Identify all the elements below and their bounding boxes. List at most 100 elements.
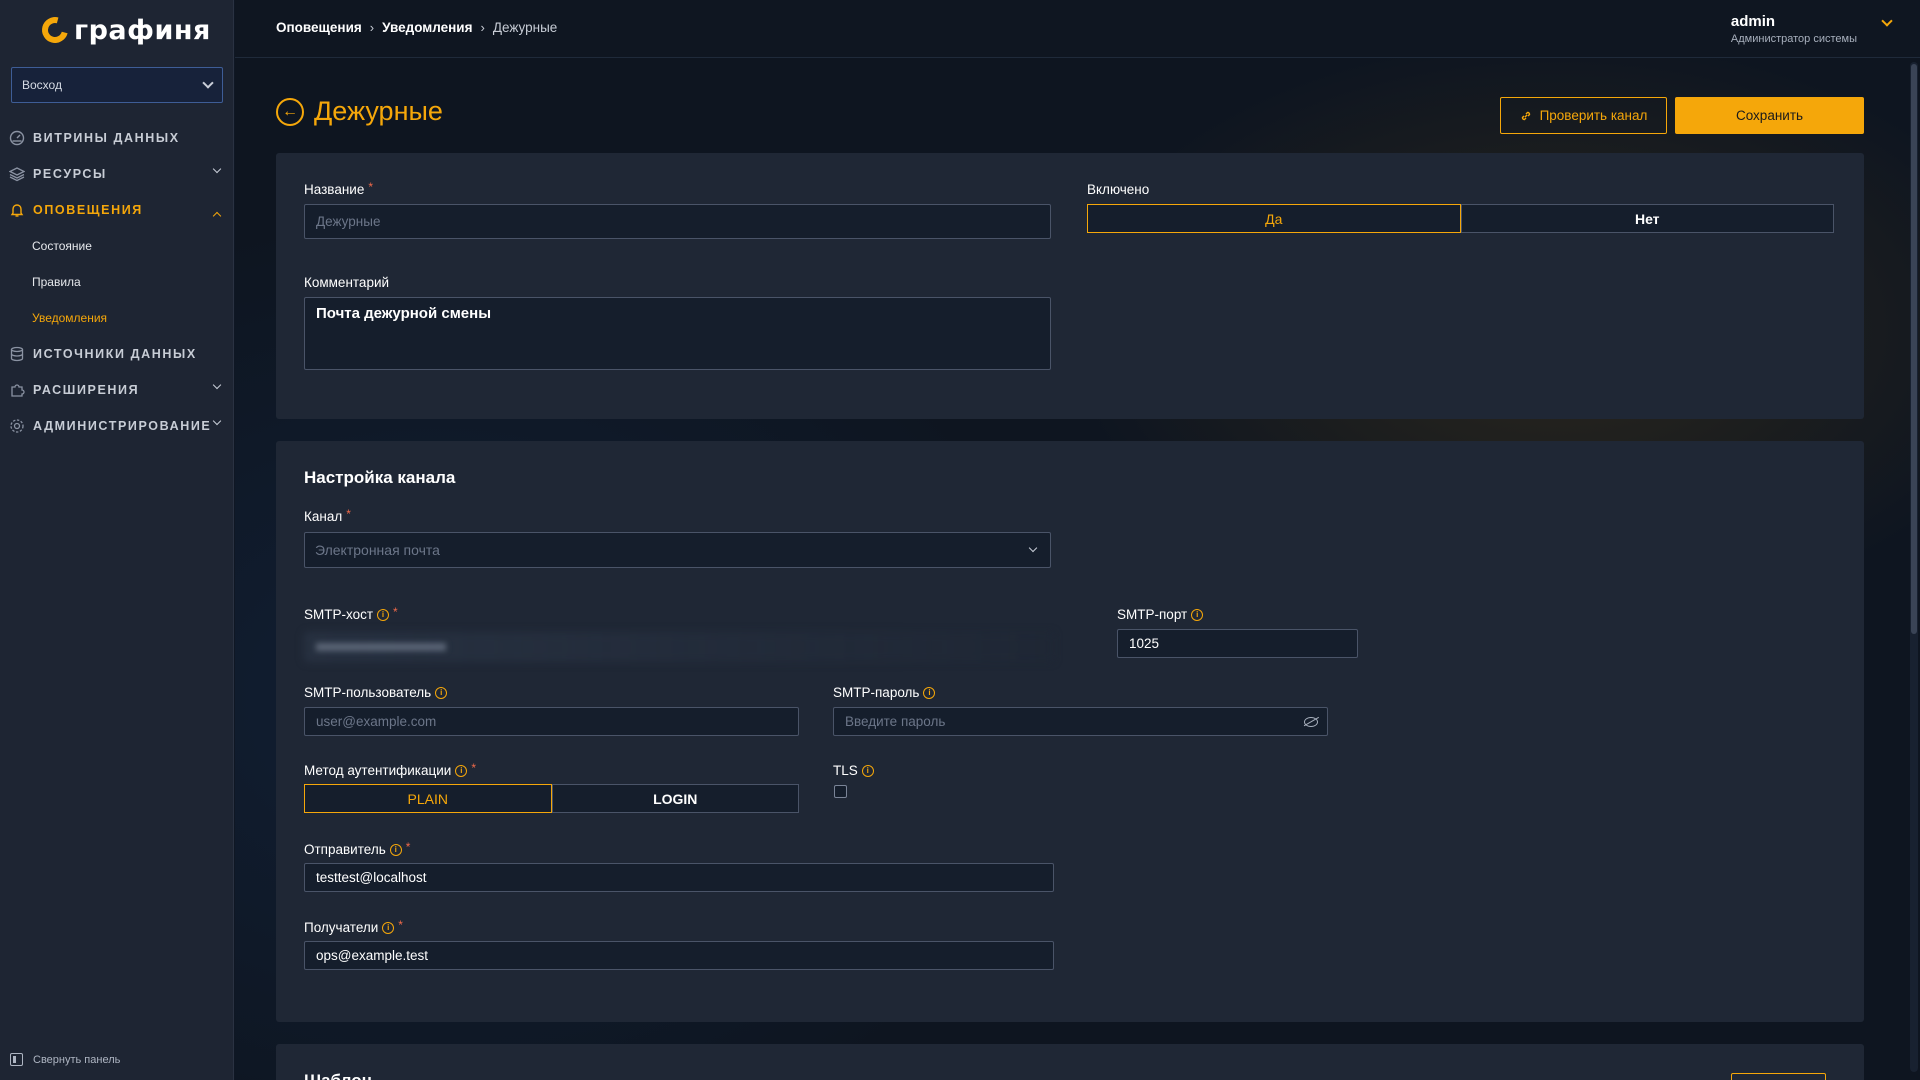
comment-textarea[interactable]: Почта дежурной смены [304, 297, 1051, 370]
recipients-field-label: Получатели i * [304, 917, 403, 936]
smtp-host-field-label: SMTP-хост i * [304, 604, 398, 623]
collapse-panel-button[interactable]: Свернуть панель [10, 1053, 120, 1066]
info-icon[interactable]: i [377, 608, 390, 621]
sidebar-item-datasources[interactable]: ИСТОЧНИКИ ДАННЫХ [0, 336, 234, 372]
page-header: ← Дежурные [276, 96, 443, 127]
recipients-input[interactable] [304, 941, 1054, 970]
org-select[interactable]: Восход [11, 67, 223, 103]
sidebar-item-resources[interactable]: РЕСУРСЫ [0, 156, 234, 192]
channel-select-value: Электронная почта [315, 542, 440, 558]
eye-off-icon[interactable] [1304, 717, 1318, 727]
database-icon [8, 345, 26, 363]
sidebar-item-dashboards[interactable]: ВИТРИНЫ ДАННЫХ [0, 120, 234, 156]
name-label-text: Название [304, 182, 365, 197]
sidebar-subitem-rules[interactable]: Правила [0, 264, 234, 300]
info-icon[interactable]: i [435, 686, 448, 699]
sidebar-nav: ВИТРИНЫ ДАННЫХ РЕСУРСЫ ОПОВЕЩЕНИЯ Состоя… [0, 120, 234, 444]
name-input[interactable] [304, 204, 1051, 239]
chevron-down-icon [212, 164, 222, 174]
check-channel-label: Проверить канал [1539, 108, 1648, 123]
sender-input[interactable] [304, 863, 1054, 892]
gear-icon [8, 417, 26, 435]
smtp-password-field-label: SMTP-пароль i [833, 685, 936, 700]
smtp-user-input[interactable] [304, 707, 799, 736]
app-logo[interactable]: графиня [37, 12, 211, 48]
required-marker: * [393, 604, 398, 619]
smtp-password-wrapper [833, 707, 1328, 736]
sidebar-subitem-notifications[interactable]: Уведомления [0, 300, 234, 336]
smtp-host-label-text: SMTP-хост [304, 607, 374, 622]
chevron-right-icon: › [480, 20, 485, 35]
info-icon[interactable]: i [455, 764, 468, 777]
sidebar-item-plugins[interactable]: РАСШИРЕНИЯ [0, 372, 234, 408]
sidebar-item-label: ОПОВЕЩЕНИЯ [33, 203, 143, 217]
template-card: Шаблон [276, 1044, 1864, 1080]
check-channel-button[interactable]: Проверить канал [1500, 97, 1667, 134]
sidebar-subitem-state[interactable]: Состояние [0, 228, 234, 264]
sidebar: графиня Восход ВИТРИНЫ ДАННЫХ РЕСУРСЫ ОП… [0, 0, 234, 1080]
required-marker: * [398, 917, 403, 932]
chevron-down-icon [202, 77, 214, 89]
scrollbar-thumb[interactable] [1911, 64, 1917, 634]
main-content: Оповещения › Уведомления › Дежурные admi… [235, 0, 1920, 1080]
chevron-down-icon [212, 380, 222, 390]
sidebar-item-label: РЕСУРСЫ [33, 167, 107, 181]
recipients-label-text: Получатели [304, 920, 379, 935]
comment-label: Комментарий [304, 275, 390, 290]
bell-icon [8, 201, 26, 219]
puzzle-icon [8, 381, 26, 399]
info-icon[interactable]: i [861, 764, 874, 777]
channel-settings-card: Настройка канала Канал * Электронная поч… [276, 441, 1864, 1022]
logo-icon [37, 12, 73, 48]
layers-icon [8, 165, 26, 183]
breadcrumb-item[interactable]: Оповещения [276, 20, 362, 35]
auth-method-field-label: Метод аутентификации i * [304, 760, 476, 779]
channel-label-text: Канал [304, 509, 343, 524]
enabled-label: Включено [1087, 182, 1150, 197]
breadcrumb-item[interactable]: Уведомления [382, 20, 472, 35]
org-select-value: Восход [22, 78, 62, 92]
back-button[interactable]: ← [276, 97, 304, 126]
auth-plain-option[interactable]: PLAIN [304, 784, 552, 813]
sidebar-item-label: АДМИНИСТРИРОВАНИЕ [33, 419, 212, 433]
general-settings-card: Название * Включено Да Нет Комментарий П… [276, 153, 1864, 419]
dashboard-icon [8, 129, 26, 147]
user-name: admin [1730, 13, 1776, 30]
info-icon[interactable]: i [382, 921, 395, 934]
sidebar-item-administration[interactable]: АДМИНИСТРИРОВАНИЕ [0, 408, 234, 444]
template-section-title: Шаблон [304, 1071, 372, 1080]
chevron-up-icon [212, 209, 222, 221]
redacted-value [316, 643, 446, 651]
auth-login-option[interactable]: LOGIN [551, 784, 799, 813]
sidebar-item-alerts[interactable]: ОПОВЕЩЕНИЯ [0, 192, 234, 228]
enabled-yes-option[interactable]: Да [1087, 204, 1461, 233]
user-role: Администратор системы [1730, 33, 1857, 45]
page-title: Дежурные [314, 96, 443, 126]
channel-field-label: Канал * [304, 506, 351, 525]
auth-method-label-text: Метод аутентификации [304, 763, 452, 778]
chevron-down-icon [1881, 15, 1893, 27]
tls-checkbox[interactable] [834, 785, 847, 798]
required-marker: * [471, 760, 476, 775]
logo-text: графиня [74, 14, 211, 46]
info-icon[interactable]: i [389, 843, 402, 856]
smtp-port-input[interactable] [1117, 629, 1358, 658]
smtp-user-field-label: SMTP-пользователь i [304, 685, 448, 700]
info-icon[interactable]: i [923, 686, 936, 699]
smtp-password-input[interactable] [833, 707, 1328, 736]
collapse-panel-label: Свернуть панель [33, 1053, 121, 1066]
template-action-button[interactable] [1731, 1073, 1826, 1080]
save-button[interactable]: Сохранить [1675, 97, 1864, 134]
breadcrumb: Оповещения › Уведомления › Дежурные [276, 20, 557, 35]
smtp-password-label-text: SMTP-пароль [833, 685, 920, 700]
sidebar-collapse-icon [10, 1053, 23, 1066]
sidebar-item-label: ВИТРИНЫ ДАННЫХ [33, 131, 180, 145]
required-marker: * [346, 506, 351, 521]
chevron-down-icon [1028, 543, 1038, 553]
info-icon[interactable]: i [1191, 608, 1204, 621]
required-marker: * [405, 839, 411, 854]
enabled-no-option[interactable]: Нет [1460, 204, 1834, 233]
required-marker: * [368, 179, 373, 194]
user-menu[interactable]: admin Администратор системы [1730, 13, 1893, 45]
channel-select[interactable]: Электронная почта [304, 532, 1051, 568]
